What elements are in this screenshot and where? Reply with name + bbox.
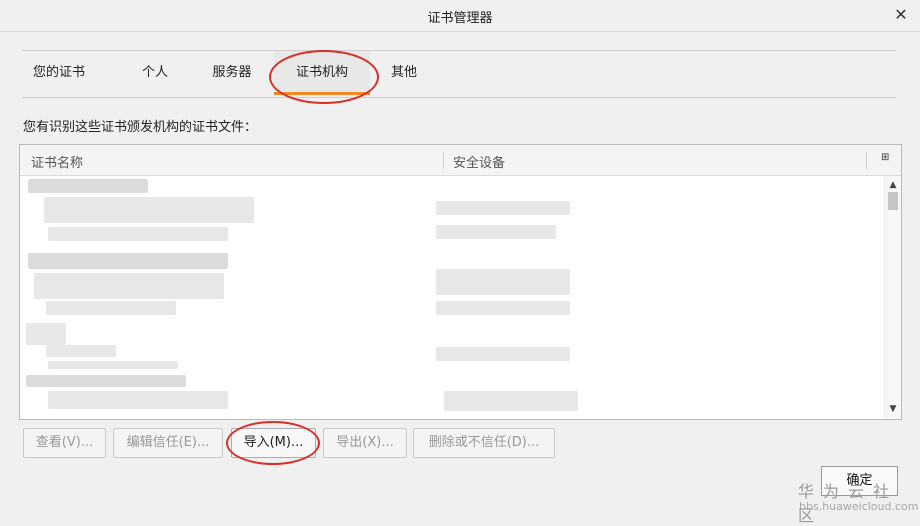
- description-text: 您有识别这些证书颁发机构的证书文件：: [23, 120, 258, 135]
- scroll-down-icon[interactable]: ▼: [885, 402, 901, 416]
- tab-personal[interactable]: 个人: [132, 51, 178, 95]
- list-item-device[interactable]: [436, 301, 570, 315]
- tab-bar: 您的证书 个人 服务器 证书机构 其他: [22, 50, 896, 98]
- column-header-cert-name[interactable]: 证书名称: [31, 152, 83, 171]
- tab-others[interactable]: 其他: [384, 51, 424, 95]
- delete-or-distrust-button[interactable]: 删除或不信任(D)...: [413, 428, 555, 458]
- list-item[interactable]: [26, 375, 186, 387]
- list-item-device[interactable]: [436, 201, 570, 215]
- list-item[interactable]: [48, 361, 178, 369]
- tab-your-certificates[interactable]: 您的证书: [30, 51, 88, 95]
- list-item[interactable]: [48, 227, 228, 241]
- title-bar: 证书管理器 ✕: [0, 0, 920, 32]
- list-item[interactable]: [46, 345, 116, 357]
- certificate-table[interactable]: 证书名称 安全设备 ⊞ ▲ ▼: [19, 144, 902, 420]
- window-title: 证书管理器: [427, 11, 493, 26]
- view-button[interactable]: 查看(V)...: [23, 428, 106, 458]
- watermark-url: bbs.huaweicloud.com: [799, 500, 919, 513]
- list-item[interactable]: [34, 273, 224, 299]
- list-item-device[interactable]: [436, 269, 570, 295]
- list-item[interactable]: [28, 253, 228, 269]
- vertical-scrollbar[interactable]: ▲ ▼: [884, 176, 901, 418]
- column-divider[interactable]: [866, 152, 867, 169]
- list-item[interactable]: [48, 391, 228, 409]
- scroll-thumb[interactable]: [888, 192, 898, 210]
- tab-authorities[interactable]: 证书机构: [274, 51, 370, 95]
- list-item[interactable]: [26, 323, 66, 345]
- column-divider[interactable]: [443, 152, 444, 169]
- list-item[interactable]: [46, 301, 176, 315]
- export-button[interactable]: 导出(X)...: [323, 428, 407, 458]
- column-picker-icon[interactable]: ⊞: [881, 152, 893, 164]
- column-header-security-device[interactable]: 安全设备: [453, 152, 505, 171]
- list-item[interactable]: [44, 197, 254, 223]
- list-item-device[interactable]: [436, 225, 556, 239]
- edit-trust-button[interactable]: 编辑信任(E)...: [113, 428, 223, 458]
- list-item-device[interactable]: [436, 347, 570, 361]
- list-item[interactable]: [28, 179, 148, 193]
- tab-servers[interactable]: 服务器: [202, 51, 262, 95]
- table-header: 证书名称 安全设备 ⊞: [20, 145, 901, 176]
- scroll-up-icon[interactable]: ▲: [885, 178, 901, 192]
- close-icon[interactable]: ✕: [888, 2, 914, 28]
- list-item-device[interactable]: [444, 391, 578, 411]
- import-button[interactable]: 导入(M)...: [231, 428, 316, 458]
